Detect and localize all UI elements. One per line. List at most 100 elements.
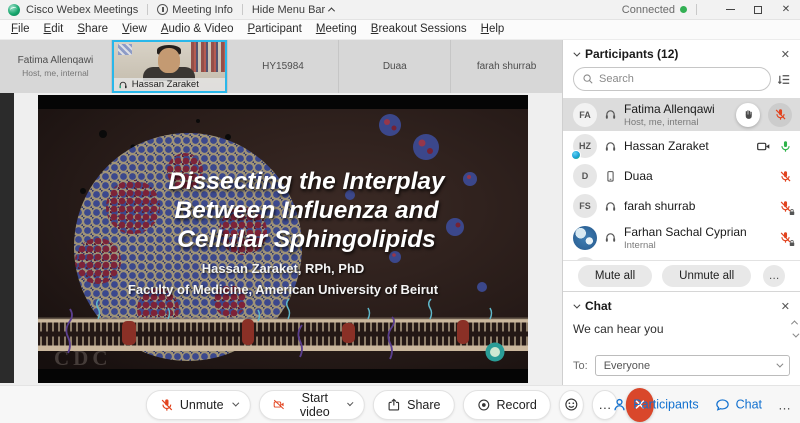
record-icon — [476, 398, 490, 412]
mute-state-button[interactable] — [779, 231, 792, 244]
close-participants-icon[interactable]: ✕ — [781, 48, 790, 61]
participant-name: Fatima Allenqawi — [624, 102, 729, 116]
chat-header: Chat ✕ — [563, 292, 800, 318]
participants-header: Participants (12) ✕ — [563, 40, 800, 66]
webex-logo-icon — [8, 4, 20, 16]
video-thumbnail-strip: Fatima Allenqawi Host, me, internal Hass… — [0, 40, 562, 93]
menu-breakout-sessions[interactable]: Breakout Sessions — [364, 20, 474, 39]
chat-toggle-button[interactable]: Chat — [715, 397, 762, 412]
menu-file[interactable]: File — [4, 20, 37, 39]
mute-state-button[interactable] — [779, 200, 792, 213]
menu-view[interactable]: View — [115, 20, 154, 39]
thumbnail-farah[interactable]: farah shurrab — [451, 40, 562, 93]
meeting-control-bar: Unmute Start video Share Record … ✕ — [0, 385, 800, 423]
close-chat-icon[interactable]: ✕ — [781, 300, 790, 313]
reactions-button[interactable] — [559, 390, 584, 420]
participant-row[interactable]: D Duaa — [563, 161, 800, 191]
chevron-up-icon — [328, 7, 335, 14]
slide-title: Dissecting the Interplay Between Influen… — [93, 167, 520, 254]
participant-subtitle: Host, me, internal — [624, 117, 729, 128]
menu-meeting[interactable]: Meeting — [309, 20, 364, 39]
participant-name: Hassan Zaraket — [624, 139, 749, 153]
participant-row[interactable]: HZ Hassan Zaraket — [563, 131, 800, 161]
unmute-all-button[interactable]: Unmute all — [662, 265, 751, 287]
connected-dot-icon — [680, 6, 687, 13]
menu-bar: File Edit Share View Audio & Video Parti… — [0, 20, 800, 40]
participants-footer: Mute all Unmute all … — [563, 260, 800, 291]
thumbnail-hassan-video[interactable]: Hassan Zaraket — [112, 40, 227, 93]
thumbnail-fatima[interactable]: Fatima Allenqawi Host, me, internal — [0, 40, 111, 93]
thumbnail-hy15984[interactable]: HY15984 — [228, 40, 339, 93]
participant-row[interactable]: Farhan Sachal Cyprian Internal — [563, 221, 800, 254]
app-title: Cisco Webex Meetings — [26, 4, 138, 16]
participant-search[interactable] — [573, 67, 771, 91]
scroll-down-icon[interactable] — [792, 331, 799, 338]
mic-muted-icon — [774, 108, 787, 121]
mute-state-button[interactable] — [768, 103, 792, 127]
participant-subtitle: Internal — [624, 240, 772, 251]
participants-toggle-button[interactable]: Participants — [612, 397, 698, 412]
smiley-icon — [564, 397, 579, 412]
camera-on-icon — [756, 139, 771, 154]
window-background — [118, 44, 132, 55]
start-video-button[interactable]: Start video — [259, 390, 366, 420]
chat-recipient-row: To: Everyone — [563, 351, 800, 376]
mute-state-button[interactable] — [779, 170, 792, 183]
chat-scrollbar[interactable] — [792, 320, 797, 338]
share-icon — [387, 398, 401, 412]
sort-participants-icon[interactable] — [777, 72, 792, 87]
record-button[interactable]: Record — [462, 390, 550, 420]
participant-row[interactable]: FS farah shurrab — [563, 191, 800, 221]
collapse-chat-icon[interactable] — [573, 301, 580, 308]
headset-icon — [604, 200, 617, 213]
avatar: FS — [573, 194, 597, 218]
headset-icon — [118, 80, 128, 90]
participants-list: FA Fatima Allenqawi Host, me, internal H… — [563, 98, 800, 260]
menu-audio-video[interactable]: Audio & Video — [154, 20, 241, 39]
collapse-participants-icon[interactable] — [573, 49, 580, 56]
search-input[interactable] — [599, 73, 762, 85]
participants-title: Participants (12) — [585, 47, 678, 61]
unmute-button[interactable]: Unmute — [146, 390, 251, 420]
recipient-dropdown[interactable]: Everyone — [595, 355, 790, 376]
chat-title: Chat — [585, 299, 612, 313]
recipient-value: Everyone — [604, 360, 650, 372]
maximize-button[interactable] — [744, 0, 772, 20]
panel-more-button[interactable]: … — [778, 397, 792, 412]
slide-affiliation: Faculty of Medicine, American University… — [38, 282, 528, 297]
headset-icon — [604, 231, 617, 244]
menu-share[interactable]: Share — [70, 20, 115, 39]
menu-participant[interactable]: Participant — [241, 20, 309, 39]
avatar — [573, 226, 597, 250]
chat-message: We can hear you — [573, 322, 782, 336]
divider — [147, 4, 148, 15]
maximize-icon — [754, 6, 762, 14]
participant-row[interactable]: FA Fatima Allenqawi Host, me, internal — [563, 98, 800, 131]
menu-help[interactable]: Help — [474, 20, 512, 39]
thumbnail-duaa[interactable]: Duaa — [339, 40, 450, 93]
mute-all-button[interactable]: Mute all — [578, 265, 652, 287]
raise-hand-button[interactable] — [736, 103, 760, 127]
participant-name: farah shurrab — [624, 199, 772, 213]
avatar: HZ — [573, 134, 597, 158]
headset-icon — [604, 140, 617, 153]
minimize-button[interactable] — [716, 0, 744, 20]
participant-name: Duaa — [624, 169, 772, 183]
chat-bubble-icon — [715, 397, 730, 412]
participants-more-button[interactable]: … — [763, 265, 785, 287]
mobile-device-icon — [604, 170, 617, 183]
title-bar: Cisco Webex Meetings Meeting Info Hide M… — [0, 0, 800, 20]
mute-state-button[interactable] — [779, 140, 792, 153]
close-button[interactable]: ✕ — [772, 0, 800, 20]
camera-off-icon — [273, 397, 285, 412]
hide-menu-bar-button[interactable]: Hide Menu Bar — [252, 4, 334, 16]
divider — [242, 4, 243, 15]
meeting-info-button[interactable]: Meeting Info — [157, 4, 233, 16]
menu-edit[interactable]: Edit — [37, 20, 71, 39]
participants-search-row — [563, 66, 800, 98]
mute-lock-icon — [788, 208, 796, 216]
presentation-slide: Dissecting the Interplay Between Influen… — [38, 95, 528, 383]
chevron-down-icon — [232, 400, 239, 407]
share-button[interactable]: Share — [373, 390, 454, 420]
scroll-up-icon[interactable] — [791, 320, 798, 327]
